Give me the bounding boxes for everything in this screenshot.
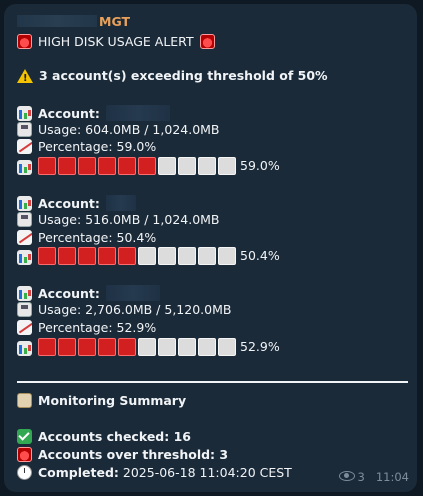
bar-segment-empty [198,157,216,175]
siren-icon [199,34,215,49]
bar-segment-empty [218,247,236,265]
siren-icon [17,34,32,49]
percentage-line: Percentage: 59.0% [17,139,156,155]
bar-segment-empty [138,247,156,265]
warning-icon [17,69,33,87]
account-line: Account: [17,285,160,302]
chart-icon [17,341,32,356]
bar-segments [38,157,238,176]
bar-segment-filled [118,157,136,175]
bar-segments [38,338,238,357]
redacted-account [105,105,170,121]
chart-icon [17,286,32,301]
usage-line: Usage: 516.0MB / 1,024.0MB [17,212,220,228]
bar-segment-empty [158,338,176,356]
percentage-line: Percentage: 52.9% [17,320,156,336]
bar-segment-empty [138,338,156,356]
bar-segment-filled [38,338,56,356]
eye-icon [338,471,355,481]
alert-title: HIGH DISK USAGE ALERT [17,34,215,50]
bar-segment-filled [38,157,56,175]
usage-line: Usage: 604.0MB / 1,024.0MB [17,122,220,138]
bar-segment-filled [98,338,116,356]
bar-segments [38,247,238,266]
trend-icon [17,139,32,154]
bar-segment-filled [78,247,96,265]
bar-percent: 50.4% [240,248,280,263]
chart-icon [17,160,32,175]
chart-icon [17,106,32,121]
trend-icon [17,230,32,245]
disk-icon [17,212,32,227]
completed-line: Completed: 2025-06-18 11:04:20 CEST [17,465,292,481]
disk-icon [17,302,32,317]
threshold-warning: 3 account(s) exceeding threshold of 50% [17,68,328,87]
redacted-sender [17,15,97,27]
usage-bar: 59.0% [17,157,280,175]
bar-segment-filled [138,157,156,175]
account-line: Account: [17,105,170,122]
message-time: 11:04 [375,470,409,484]
bar-segment-filled [58,157,76,175]
bar-segment-empty [178,247,196,265]
bar-segment-filled [58,338,76,356]
clipboard-icon [17,393,32,408]
bar-percent: 52.9% [240,339,280,354]
usage-bar: 50.4% [17,247,280,265]
usage-line: Usage: 2,706.0MB / 5,120.0MB [17,302,231,318]
clock-icon [17,465,32,480]
bar-segment-filled [98,157,116,175]
divider [17,381,408,383]
bar-segment-empty [158,247,176,265]
siren-icon [17,447,32,462]
bar-segment-filled [58,247,76,265]
bar-segment-empty [178,157,196,175]
redacted-account [105,285,160,301]
usage-bar: 52.9% [17,338,280,356]
chart-icon [17,196,32,211]
trend-icon [17,320,32,335]
view-count: 3 [357,470,365,484]
disk-icon [17,122,32,137]
account-line: Account: [17,195,136,212]
bar-segment-filled [78,157,96,175]
summary-title: Monitoring Summary [17,393,186,409]
bar-segment-filled [118,247,136,265]
accounts-over: Accounts over threshold: 3 [17,447,228,463]
bar-segment-empty [198,338,216,356]
sender-name[interactable]: MGT [17,14,130,30]
bar-segment-filled [38,247,56,265]
percentage-line: Percentage: 50.4% [17,230,156,246]
message-meta: 3 11:04 [338,470,409,484]
redacted-account [105,195,136,211]
check-icon [17,429,32,444]
bar-segment-filled [98,247,116,265]
bar-segment-empty [158,157,176,175]
bar-percent: 59.0% [240,158,280,173]
bar-segment-empty [178,338,196,356]
bar-segment-empty [218,338,236,356]
bar-segment-empty [218,157,236,175]
accounts-checked: Accounts checked: 16 [17,429,191,445]
bar-segment-filled [78,338,96,356]
bar-segment-empty [198,247,216,265]
chart-icon [17,250,32,265]
bar-segment-filled [118,338,136,356]
